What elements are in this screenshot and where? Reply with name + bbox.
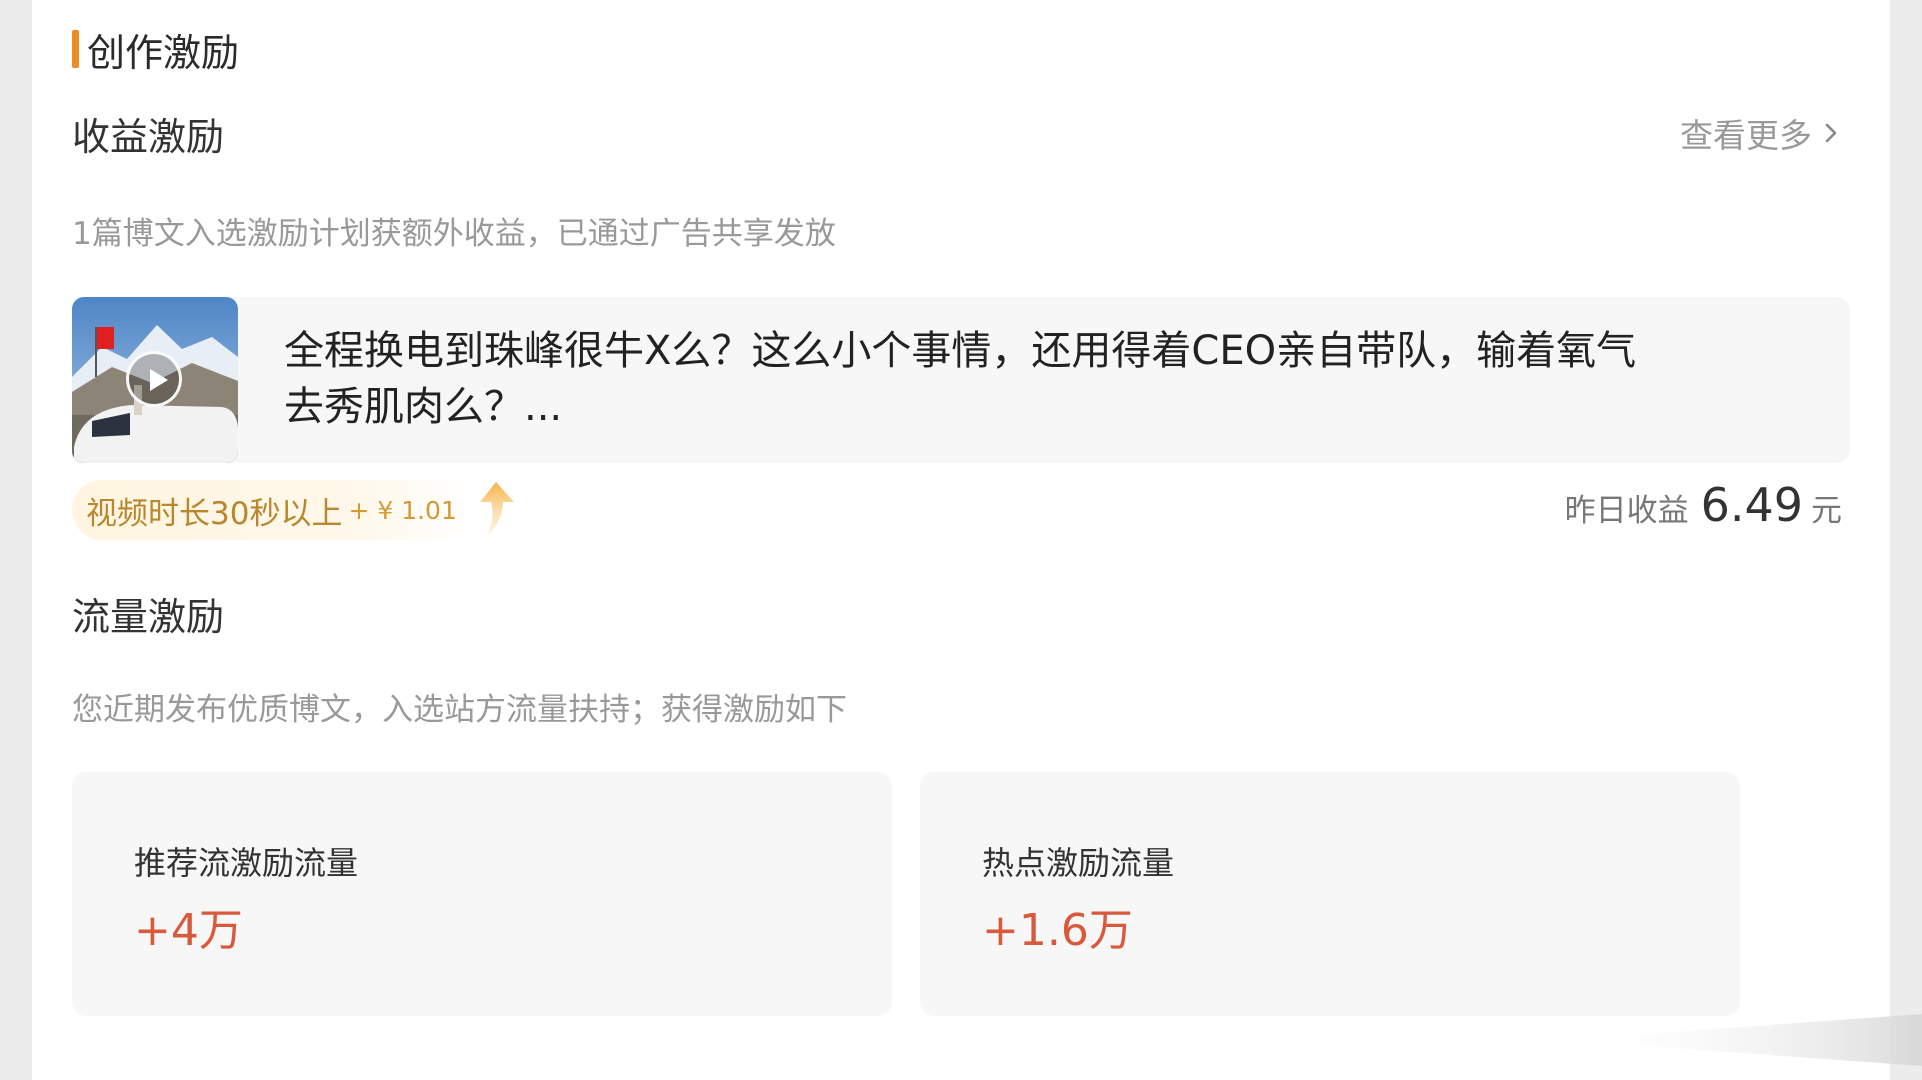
traffic-card-label: 热点激励流量 <box>982 844 1175 882</box>
arrow-up-icon <box>480 482 514 536</box>
traffic-card-value: +4万 <box>134 905 243 956</box>
traffic-incentive-title: 流量激励 <box>72 595 225 639</box>
tag-label: 视频时长30秒以上 <box>86 495 343 532</box>
traffic-card-label: 推荐流激励流量 <box>134 844 359 882</box>
section-title: 创作激励 <box>87 30 240 75</box>
incentive-tag: 视频时长30秒以上 + ¥ 1.01 <box>72 480 514 540</box>
revenue-description: 1篇博文入选激励计划获额外收益，已通过广告共享发放 <box>72 216 836 252</box>
traffic-card-recommend[interactable]: 推荐流激励流量 +4万 <box>72 772 892 1016</box>
video-thumbnail[interactable] <box>72 297 238 463</box>
traffic-card-value: +1.6万 <box>982 905 1133 956</box>
yesterday-earnings-unit: 元 <box>1811 493 1842 529</box>
yesterday-earnings: 昨日收益 6.49 元 <box>1565 478 1842 538</box>
tag-bonus: + ¥ 1.01 <box>348 495 457 525</box>
revenue-incentive-title: 收益激励 <box>72 115 225 159</box>
scroll-fade-indicator <box>1562 1014 1922 1066</box>
traffic-description: 您近期发布优质博文，入选站方流量扶持；获得激励如下 <box>72 692 847 728</box>
view-more-link[interactable]: 查看更多 <box>1680 110 1842 156</box>
chevron-right-icon <box>1825 123 1837 143</box>
article-text: 全程换电到珠峰很牛X么？这么小个事情，还用得着CEO亲自带队，输着氧气去秀肌肉么… <box>284 328 1637 430</box>
section-header: 创作激励 <box>72 24 240 75</box>
view-more-label: 查看更多 <box>1680 116 1812 155</box>
creation-incentive-panel: 创作激励 收益激励 查看更多 1篇博文入选激励计划获额外收益，已通过广告共享发放 <box>32 0 1890 1080</box>
play-icon[interactable] <box>126 351 182 407</box>
yesterday-earnings-value: 6.49 <box>1700 478 1803 532</box>
traffic-card-hotspot[interactable]: 热点激励流量 +1.6万 <box>920 772 1740 1016</box>
section-accent-bar <box>72 30 79 68</box>
yesterday-earnings-label: 昨日收益 <box>1564 493 1689 529</box>
incentive-article-card[interactable]: 全程换电到珠峰很牛X么？这么小个事情，还用得着CEO亲自带队，输着氧气去秀肌肉么… <box>72 297 1850 463</box>
